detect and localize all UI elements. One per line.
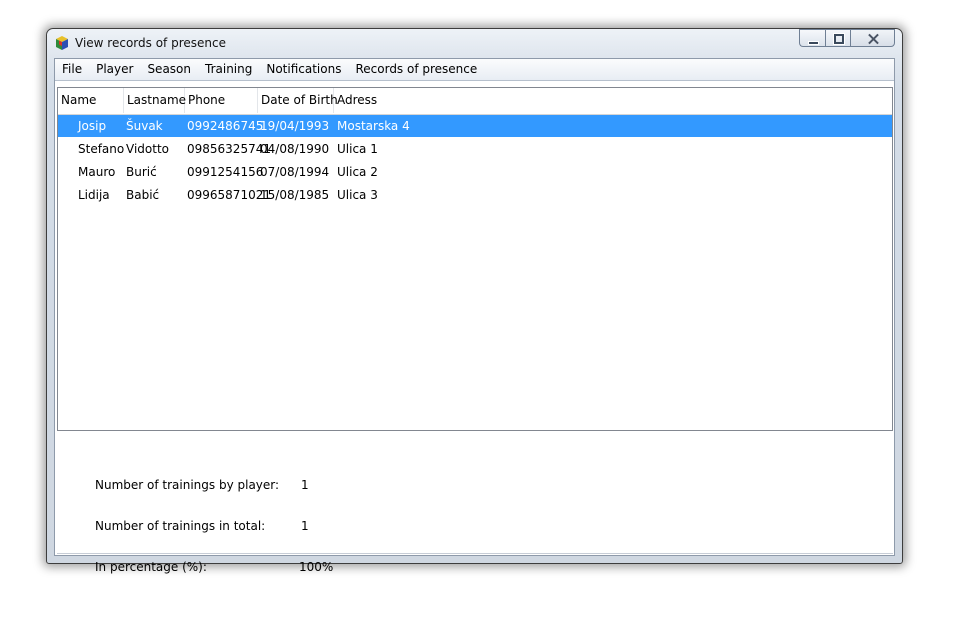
cell-date-of-birth: 15/08/1985 xyxy=(260,188,330,202)
trainings-total-label: Number of trainings in total: xyxy=(95,519,266,533)
menu-notifications[interactable]: Notifications xyxy=(259,59,348,80)
table-row[interactable]: Stefano Vidotto 09856325741 04/08/1990 U… xyxy=(58,138,892,160)
menu-season[interactable]: Season xyxy=(140,59,198,80)
window-title: View records of presence xyxy=(75,36,226,50)
cell-name: Stefano xyxy=(78,142,125,156)
cell-date-of-birth: 04/08/1990 xyxy=(260,142,330,156)
table-row[interactable]: Lidija Babić 09965871021 15/08/1985 Ulic… xyxy=(58,184,892,206)
list-header: Name Lastname Phone Date of Birth Adress xyxy=(58,88,892,115)
minimize-button[interactable] xyxy=(799,29,825,47)
menu-bar: File Player Season Training Notification… xyxy=(55,59,894,81)
title-bar[interactable]: View records of presence xyxy=(47,29,902,57)
main-window: View records of presence File Player Sea… xyxy=(46,28,903,574)
cell-adress: Mostarska 4 xyxy=(337,119,410,133)
cell-lastname: Burić xyxy=(126,165,157,179)
menu-player[interactable]: Player xyxy=(89,59,140,80)
app-cube-icon xyxy=(56,36,68,50)
trainings-by-player-value: 1 xyxy=(301,478,309,492)
percentage-label: In percentage (%): xyxy=(95,560,207,574)
cell-adress: Ulica 3 xyxy=(337,188,378,202)
statistics-panel: Number of trainings by player: 1 Number … xyxy=(57,433,893,574)
column-header-lastname[interactable]: Lastname xyxy=(124,88,186,113)
cell-phone: 0991254156 xyxy=(187,165,264,179)
column-header-date-of-birth[interactable]: Date of Birth xyxy=(258,88,338,113)
cell-adress: Ulica 2 xyxy=(337,165,378,179)
cell-lastname: Babić xyxy=(126,188,160,202)
menu-records-of-presence[interactable]: Records of presence xyxy=(348,59,484,80)
cell-adress: Ulica 1 xyxy=(337,142,378,156)
cell-phone: 09965871021 xyxy=(187,188,271,202)
table-row[interactable]: Mauro Burić 0991254156 07/08/1994 Ulica … xyxy=(58,161,892,183)
table-row[interactable]: Josip Šuvak 0992486745 19/04/1993 Mostar… xyxy=(58,115,892,137)
players-list[interactable]: Name Lastname Phone Date of Birth Adress… xyxy=(57,87,893,431)
caption-buttons xyxy=(799,29,895,48)
cell-phone: 0992486745 xyxy=(187,119,264,133)
cell-date-of-birth: 07/08/1994 xyxy=(260,165,330,179)
cell-name: Mauro xyxy=(78,165,116,179)
trainings-by-player-label: Number of trainings by player: xyxy=(95,478,280,492)
trainings-total-value: 1 xyxy=(301,519,309,533)
cell-name: Josip xyxy=(78,119,107,133)
column-header-name[interactable]: Name xyxy=(58,88,124,113)
client-area: File Player Season Training Notification… xyxy=(54,58,895,574)
cell-lastname: Vidotto xyxy=(126,142,169,156)
menu-training[interactable]: Training xyxy=(198,59,259,80)
column-header-phone[interactable]: Phone xyxy=(185,88,258,113)
cell-date-of-birth: 19/04/1993 xyxy=(260,119,330,133)
percentage-value: 100% xyxy=(299,560,334,574)
maximize-button[interactable] xyxy=(825,29,850,47)
column-header-adress[interactable]: Adress xyxy=(334,88,414,113)
menu-file[interactable]: File xyxy=(55,59,89,80)
cell-phone: 09856325741 xyxy=(187,142,271,156)
cell-lastname: Šuvak xyxy=(126,119,163,133)
close-button[interactable] xyxy=(850,29,895,47)
cell-name: Lidija xyxy=(78,188,110,202)
